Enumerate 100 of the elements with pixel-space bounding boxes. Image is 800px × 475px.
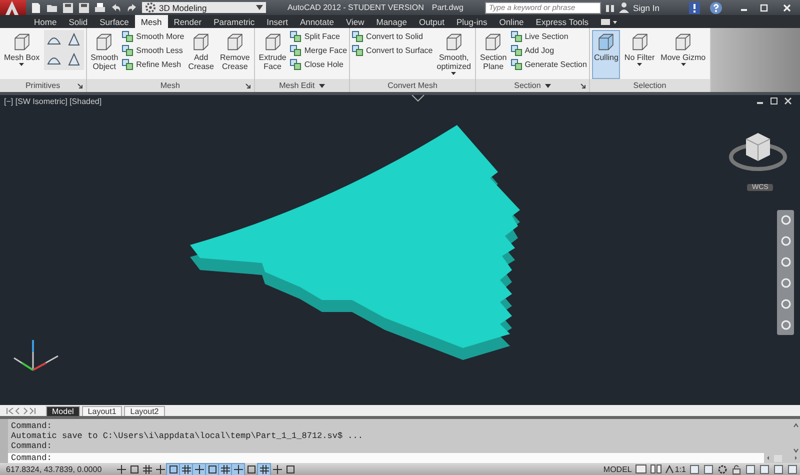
- ribbon-tool-button[interactable]: Smooth More: [122, 31, 184, 42]
- print-icon[interactable]: [94, 2, 106, 14]
- ribbon-tab[interactable]: Surface: [94, 15, 135, 28]
- navigation-tool-icon[interactable]: [780, 256, 792, 268]
- ribbon-tab[interactable]: Plug-ins: [450, 15, 494, 28]
- drafting-toggle-button[interactable]: [219, 464, 231, 474]
- ribbon-tool-button[interactable]: Smooth, optimized: [434, 30, 473, 79]
- navigation-tool-icon[interactable]: [780, 318, 792, 331]
- settings-icon[interactable]: [717, 464, 728, 474]
- ribbon-tab[interactable]: Parametric: [208, 15, 261, 28]
- ribbon-tool-button[interactable]: Generate Section: [510, 59, 587, 70]
- layout-tab[interactable]: Model: [46, 406, 80, 416]
- panel-title[interactable]: Section: [514, 81, 541, 90]
- layout-icon[interactable]: [634, 464, 647, 474]
- ribbon-tab[interactable]: Render: [168, 15, 208, 28]
- drafting-toggle-button[interactable]: [128, 464, 140, 474]
- navigation-tool-icon[interactable]: [780, 276, 792, 289]
- status-tray-icon[interactable]: [689, 464, 700, 474]
- drafting-toggle-button[interactable]: [154, 464, 166, 474]
- drafting-toggle-button[interactable]: [167, 464, 179, 474]
- workspace-dropdown[interactable]: 3D Modeling: [142, 2, 266, 13]
- command-line: Automatic save to C:\Users\i\appdata\local\temp\Part_1_1_8712.sv$ ...: [11, 431, 364, 441]
- drafting-toggle-button[interactable]: [193, 464, 205, 474]
- dialog-launcher-icon[interactable]: [244, 82, 251, 88]
- ribbon-tool-button[interactable]: Refine Mesh: [122, 59, 184, 70]
- save-icon[interactable]: [62, 2, 74, 14]
- status-tray-icon[interactable]: [759, 464, 770, 474]
- status-tray-icon[interactable]: [703, 464, 714, 474]
- squares-icon: [510, 59, 522, 70]
- model-space-button[interactable]: MODEL: [603, 464, 632, 474]
- ribbon-tab[interactable]: Express Tools: [530, 15, 595, 28]
- drafting-toggle-button[interactable]: [206, 464, 218, 474]
- drafting-toggle-button[interactable]: [180, 464, 192, 474]
- ribbon-tab[interactable]: Online: [493, 15, 530, 28]
- ribbon-tab[interactable]: Mesh: [134, 15, 168, 28]
- ribbon-tab[interactable]: Home: [28, 15, 63, 28]
- ribbon-tool-button[interactable]: Extrude Face: [256, 30, 288, 79]
- ribbon-tool-button[interactable]: Close Hole: [290, 59, 348, 70]
- ribbon-tab[interactable]: View: [340, 15, 370, 28]
- ribbon-tool-button[interactable]: Smooth Less: [122, 45, 184, 56]
- ribbon-tool-button[interactable]: Move Gizmo: [658, 30, 708, 79]
- help-icon[interactable]: [710, 2, 722, 14]
- layout-tab[interactable]: Layout2: [124, 406, 165, 416]
- status-tray-icon[interactable]: [745, 464, 756, 474]
- ribbon-tool-button[interactable]: Split Face: [290, 31, 348, 42]
- ribbon-tool-button[interactable]: Merge Face: [290, 45, 348, 56]
- ribbon-tool-button[interactable]: Culling: [592, 30, 620, 79]
- viewport-controls-label[interactable]: [−] [SW Isometric] [Shaded]: [4, 97, 102, 106]
- navigation-tool-icon[interactable]: [780, 235, 792, 248]
- ribbon-tool-button[interactable]: Section Plane: [478, 30, 509, 79]
- drafting-toggle-button[interactable]: [271, 464, 283, 474]
- layout-tab[interactable]: Layout1: [82, 406, 122, 416]
- dialog-launcher-icon[interactable]: [580, 82, 586, 88]
- mesh-primitive-icon[interactable]: [66, 52, 82, 68]
- annotation-scale-button[interactable]: 1:1: [664, 464, 686, 474]
- mesh-primitive-icon[interactable]: [66, 32, 82, 48]
- command-input-field[interactable]: Command:: [8, 453, 764, 463]
- ribbon-tool-button[interactable]: Smooth Object: [88, 30, 120, 79]
- caret-icon: [19, 63, 24, 66]
- ribbon-tool-button[interactable]: No Filter: [622, 30, 657, 79]
- ribbon-tab[interactable]: Output: [412, 15, 450, 28]
- ribbon-tool-button[interactable]: Convert to Surface: [352, 45, 433, 56]
- cube-icon: [12, 32, 32, 52]
- undo-icon[interactable]: [110, 2, 122, 14]
- ribbon-tab[interactable]: Manage: [370, 15, 413, 28]
- layout-icon[interactable]: [650, 464, 662, 474]
- ribbon-tool-button[interactable]: Convert to Solid: [352, 31, 433, 42]
- close-icon[interactable]: [784, 97, 792, 105]
- status-tray-icon[interactable]: [787, 464, 798, 474]
- status-tray-icon[interactable]: [773, 464, 784, 474]
- lock-icon[interactable]: [731, 464, 742, 474]
- panel-title: Mesh: [160, 81, 180, 90]
- navigation-tool-icon[interactable]: [780, 214, 792, 226]
- caret-icon[interactable]: [544, 84, 551, 88]
- squares-icon: [122, 31, 134, 42]
- ribbon-tool-button[interactable]: Add Jog: [510, 45, 587, 56]
- cube-icon: [483, 32, 504, 52]
- save-icon[interactable]: [78, 2, 90, 14]
- ribbon-tab[interactable]: Solid: [62, 15, 94, 28]
- drafting-toggle-button[interactable]: [115, 464, 127, 474]
- drafting-toggle-button[interactable]: [232, 464, 244, 474]
- redo-icon[interactable]: [126, 2, 138, 14]
- ribbon-tool-button[interactable]: Remove Crease: [218, 30, 252, 79]
- crosshair-icon: [116, 464, 126, 474]
- dialog-launcher-icon[interactable]: [76, 82, 83, 88]
- ribbon-tool-button[interactable]: Live Section: [510, 31, 587, 42]
- ribbon-tab[interactable]: Insert: [260, 15, 294, 28]
- drafting-toggle-button[interactable]: [284, 464, 296, 474]
- ribbon-tab[interactable]: Annotate: [294, 15, 340, 28]
- drafting-toggle-button[interactable]: [258, 464, 270, 474]
- drafting-toggle-button[interactable]: [245, 464, 257, 474]
- sign-in-button[interactable]: Sign In: [619, 2, 679, 13]
- square-icon: [168, 464, 178, 474]
- application-menu-button[interactable]: [0, 0, 26, 15]
- restore-icon[interactable]: [770, 97, 778, 105]
- caret-icon[interactable]: [318, 84, 325, 88]
- drafting-toggle-button[interactable]: [141, 464, 153, 474]
- ribbon-tool-button[interactable]: Mesh Box: [2, 30, 42, 79]
- navigation-tool-icon[interactable]: [780, 298, 792, 310]
- ribbon-tool-button[interactable]: Add Crease: [186, 30, 216, 79]
